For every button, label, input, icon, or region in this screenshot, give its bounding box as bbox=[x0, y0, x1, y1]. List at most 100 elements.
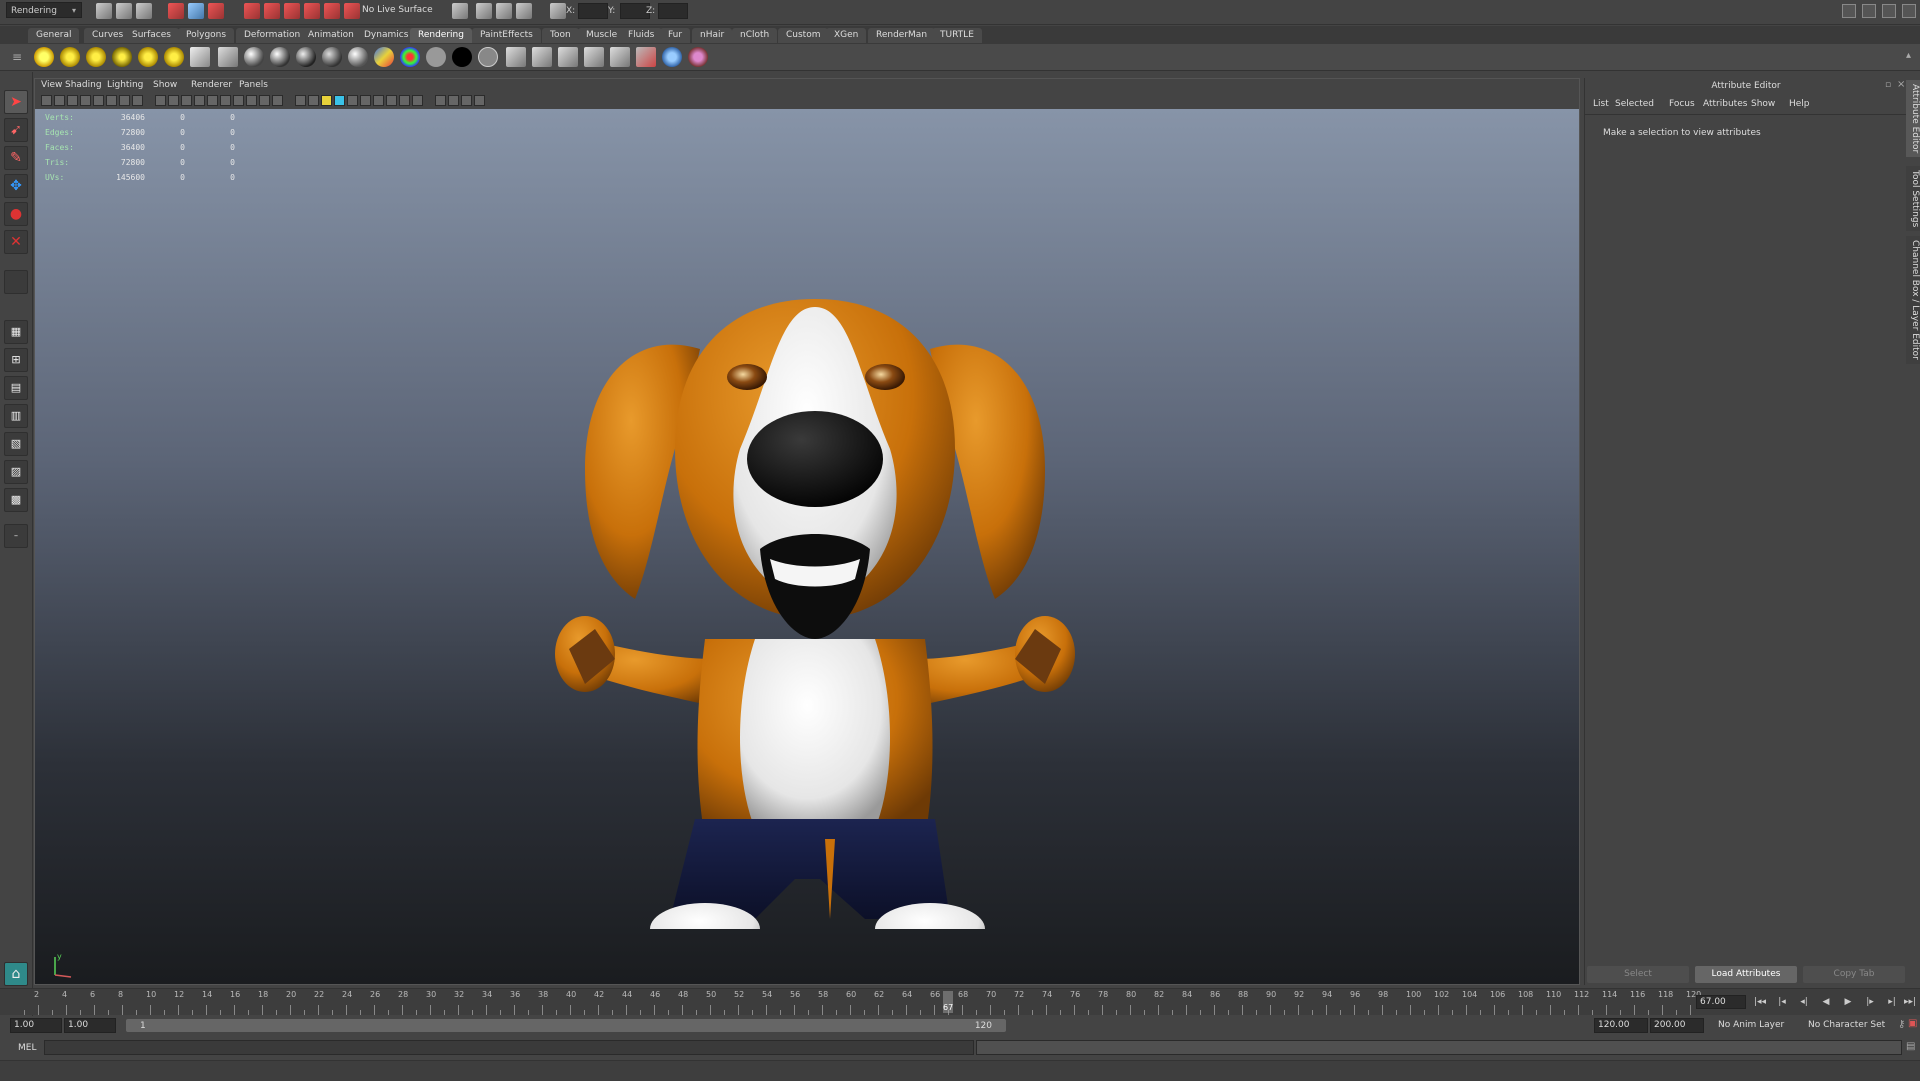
custom-layout-icon[interactable]: ▩ bbox=[4, 488, 28, 512]
viewport-toolbar-icon[interactable] bbox=[461, 95, 472, 106]
viewport-menu-item[interactable]: Lighting bbox=[107, 80, 143, 90]
shelf-tab[interactable]: Toon bbox=[542, 28, 579, 43]
viewport-menu-item[interactable]: Shading bbox=[65, 80, 102, 90]
side-tab[interactable]: Tool Settings bbox=[1906, 166, 1920, 232]
playback-end-field[interactable]: 120.00 bbox=[1594, 1018, 1648, 1033]
shading-map-icon[interactable] bbox=[478, 47, 498, 67]
use-background-icon[interactable] bbox=[452, 47, 472, 67]
layered-shader-icon[interactable] bbox=[374, 47, 394, 67]
x-field[interactable] bbox=[578, 3, 608, 19]
viewport-toolbar-icon[interactable] bbox=[132, 95, 143, 106]
open-scene-icon[interactable] bbox=[116, 3, 132, 19]
time-slider-ticks[interactable]: 2 4 6 8 10 12 14 16 18 20 22 24 26 28 30 32 34 36 38 40 42 44… bbox=[10, 989, 1701, 1015]
viewport-toolbar-icon[interactable] bbox=[474, 95, 485, 106]
side-tab[interactable]: Attribute Editor bbox=[1906, 80, 1920, 158]
viewport-toolbar-icon[interactable] bbox=[321, 95, 332, 106]
phong-icon[interactable] bbox=[296, 47, 316, 67]
viewport-toolbar-icon[interactable] bbox=[272, 95, 283, 106]
snap-live-icon[interactable] bbox=[324, 3, 340, 19]
single-perspective-layout-icon[interactable]: ▦ bbox=[4, 320, 28, 344]
viewport-toolbar-icon[interactable] bbox=[54, 95, 65, 106]
viewport-toolbar-icon[interactable] bbox=[308, 95, 319, 106]
shelf-tab[interactable]: Muscle bbox=[578, 28, 626, 43]
animation-end-field[interactable]: 200.00 bbox=[1650, 1018, 1704, 1033]
anisotropic-icon[interactable] bbox=[348, 47, 368, 67]
render-view-icon[interactable] bbox=[506, 47, 526, 67]
blinn-icon[interactable] bbox=[270, 47, 290, 67]
step-back-frame-icon[interactable]: ◂| bbox=[1796, 995, 1812, 1009]
viewport-toolbar-icon[interactable] bbox=[373, 95, 384, 106]
current-frame-field[interactable]: 67.00 bbox=[1696, 995, 1746, 1009]
toggle-panel-icon[interactable] bbox=[1902, 4, 1916, 18]
shelf-tab[interactable]: nHair bbox=[692, 28, 733, 43]
script-editor-icon[interactable]: ▤ bbox=[1906, 1041, 1915, 1052]
float-icon[interactable]: ▫ bbox=[1885, 80, 1891, 90]
paint-select-icon[interactable]: ✎ bbox=[4, 146, 28, 170]
make-live-icon[interactable] bbox=[344, 3, 360, 19]
paint-icon[interactable] bbox=[688, 47, 708, 67]
area-light-icon[interactable] bbox=[138, 47, 158, 67]
viewport-toolbar-icon[interactable] bbox=[386, 95, 397, 106]
directional-light-icon[interactable] bbox=[60, 47, 80, 67]
phong-e-icon[interactable] bbox=[322, 47, 342, 67]
viewport-menu-item[interactable]: Panels bbox=[239, 80, 268, 90]
preferences-icon[interactable]: ▣ bbox=[1908, 1018, 1917, 1029]
go-to-start-icon[interactable]: |◂◂ bbox=[1752, 995, 1768, 1009]
more-layouts-icon[interactable]: – bbox=[4, 524, 28, 548]
viewport-toolbar-icon[interactable] bbox=[259, 95, 270, 106]
step-forward-key-icon[interactable]: ▸| bbox=[1884, 995, 1900, 1009]
transform-input-icon[interactable] bbox=[550, 3, 566, 19]
side-tab[interactable]: Channel Box / Layer Editor bbox=[1906, 236, 1920, 364]
shelf-tab[interactable]: Animation bbox=[300, 28, 362, 43]
viewport-toolbar-icon[interactable] bbox=[80, 95, 91, 106]
step-back-key-icon[interactable]: |◂ bbox=[1774, 995, 1790, 1009]
shelf-tab[interactable]: Custom bbox=[778, 28, 829, 43]
viewport-menu-item[interactable]: Show bbox=[153, 80, 177, 90]
lambert-icon[interactable] bbox=[244, 47, 264, 67]
beagle-character-model[interactable] bbox=[555, 219, 1075, 929]
render-view-icon[interactable] bbox=[452, 3, 468, 19]
viewport-toolbar-icon[interactable] bbox=[220, 95, 231, 106]
animation-start-field[interactable]: 1.00 bbox=[10, 1018, 62, 1033]
render-settings-icon[interactable] bbox=[636, 47, 656, 67]
snap-point-icon[interactable] bbox=[284, 3, 300, 19]
key-icon[interactable]: ⚷ bbox=[1898, 1019, 1905, 1030]
toggle-panel-icon[interactable] bbox=[1882, 4, 1896, 18]
playback-start-field[interactable]: 1.00 bbox=[64, 1018, 116, 1033]
outliner-layout-icon[interactable]: ▤ bbox=[4, 376, 28, 400]
snap-grid-icon[interactable] bbox=[244, 3, 260, 19]
shelf-tab[interactable]: Rendering bbox=[410, 28, 472, 43]
move-tool-icon[interactable]: ✥ bbox=[4, 174, 28, 198]
select-object-icon[interactable] bbox=[188, 3, 204, 19]
script-language-label[interactable]: MEL bbox=[18, 1043, 36, 1053]
render-frame-icon[interactable] bbox=[532, 47, 552, 67]
viewport-toolbar-icon[interactable] bbox=[360, 95, 371, 106]
viewport-toolbar-icon[interactable] bbox=[233, 95, 244, 106]
render-frame-icon[interactable] bbox=[476, 3, 492, 19]
viewport-toolbar-icon[interactable] bbox=[448, 95, 459, 106]
shelf-tab[interactable]: TURTLE bbox=[932, 28, 982, 43]
surface-shader-icon[interactable] bbox=[426, 47, 446, 67]
scale-tool-icon[interactable]: ✕ bbox=[4, 230, 28, 254]
render-settings-icon[interactable] bbox=[516, 3, 532, 19]
viewport-toolbar-icon[interactable] bbox=[246, 95, 257, 106]
viewport-toolbar-icon[interactable] bbox=[295, 95, 306, 106]
toggle-panel-icon[interactable] bbox=[1862, 4, 1876, 18]
globe-icon[interactable] bbox=[662, 47, 682, 67]
shelf-tab[interactable]: PaintEffects bbox=[472, 28, 541, 43]
select-component-icon[interactable] bbox=[208, 3, 224, 19]
viewport-toolbar-icon[interactable] bbox=[435, 95, 446, 106]
viewport-toolbar-icon[interactable] bbox=[119, 95, 130, 106]
viewport-toolbar-icon[interactable] bbox=[93, 95, 104, 106]
four-view-layout-icon[interactable]: ⊞ bbox=[4, 348, 28, 372]
viewport-toolbar-icon[interactable] bbox=[347, 95, 358, 106]
character-set-dropdown[interactable]: No Character Set bbox=[1808, 1020, 1885, 1030]
anim-layer-dropdown[interactable]: No Anim Layer bbox=[1718, 1020, 1784, 1030]
shelf-tab[interactable]: Surfaces bbox=[124, 28, 179, 43]
shelf-tab[interactable]: General bbox=[28, 28, 80, 43]
render-layout-icon[interactable]: ▨ bbox=[4, 460, 28, 484]
graph-layout-icon[interactable]: ▥ bbox=[4, 404, 28, 428]
viewport-toolbar-icon[interactable] bbox=[194, 95, 205, 106]
shelf-tab[interactable]: nCloth bbox=[732, 28, 778, 43]
toggle-panel-icon[interactable] bbox=[1842, 4, 1856, 18]
